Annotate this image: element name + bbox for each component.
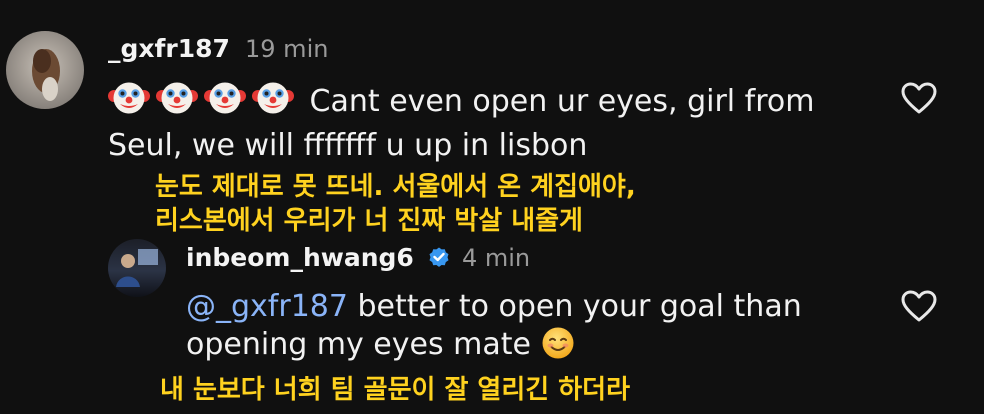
comment-header: inbeom_hwang6 4 min (186, 243, 530, 273)
subtitle-line: 눈도 제대로 못 뜨네. 서울에서 온 계집애야, (155, 172, 636, 202)
timestamp: 19 min (245, 35, 329, 63)
comment-text: Cant even open ur eyes, girl from Seul, … (108, 79, 868, 165)
heart-icon (901, 290, 937, 322)
mention-link[interactable]: @_gxfr187 (186, 289, 348, 324)
translation-subtitle: 눈도 제대로 못 뜨네. 서울에서 온 계집애야, 리스본에서 우리가 너 진짜… (155, 170, 636, 238)
smiling-face-icon (541, 326, 575, 370)
clown-face-icon (204, 79, 246, 127)
comment-header: _gxfr187 19 min (108, 34, 328, 63)
avatar[interactable] (6, 31, 84, 109)
avatar[interactable] (108, 239, 166, 297)
timestamp: 4 min (461, 244, 531, 272)
clown-face-icon (252, 79, 294, 127)
avatar-photo (116, 249, 158, 287)
clown-face-icon (108, 79, 150, 127)
translation-subtitle: 내 눈보다 너희 팀 골문이 잘 열리긴 하더라 (160, 373, 630, 407)
heart-icon (901, 82, 937, 114)
like-button[interactable] (900, 289, 938, 327)
verified-badge-icon (427, 245, 451, 273)
subtitle-line: 리스본에서 우리가 너 진짜 박살 내줄게 (155, 206, 583, 236)
emoji-row (108, 82, 300, 119)
comment-text: @_gxfr187 better to open your goal than … (186, 288, 876, 370)
clown-face-icon (156, 79, 198, 127)
like-button[interactable] (900, 81, 938, 119)
username[interactable]: inbeom_hwang6 (186, 243, 414, 272)
subtitle-line: 내 눈보다 너희 팀 골문이 잘 열리긴 하더라 (160, 375, 631, 405)
username[interactable]: _gxfr187 (108, 34, 230, 63)
avatar-photo (32, 49, 60, 101)
